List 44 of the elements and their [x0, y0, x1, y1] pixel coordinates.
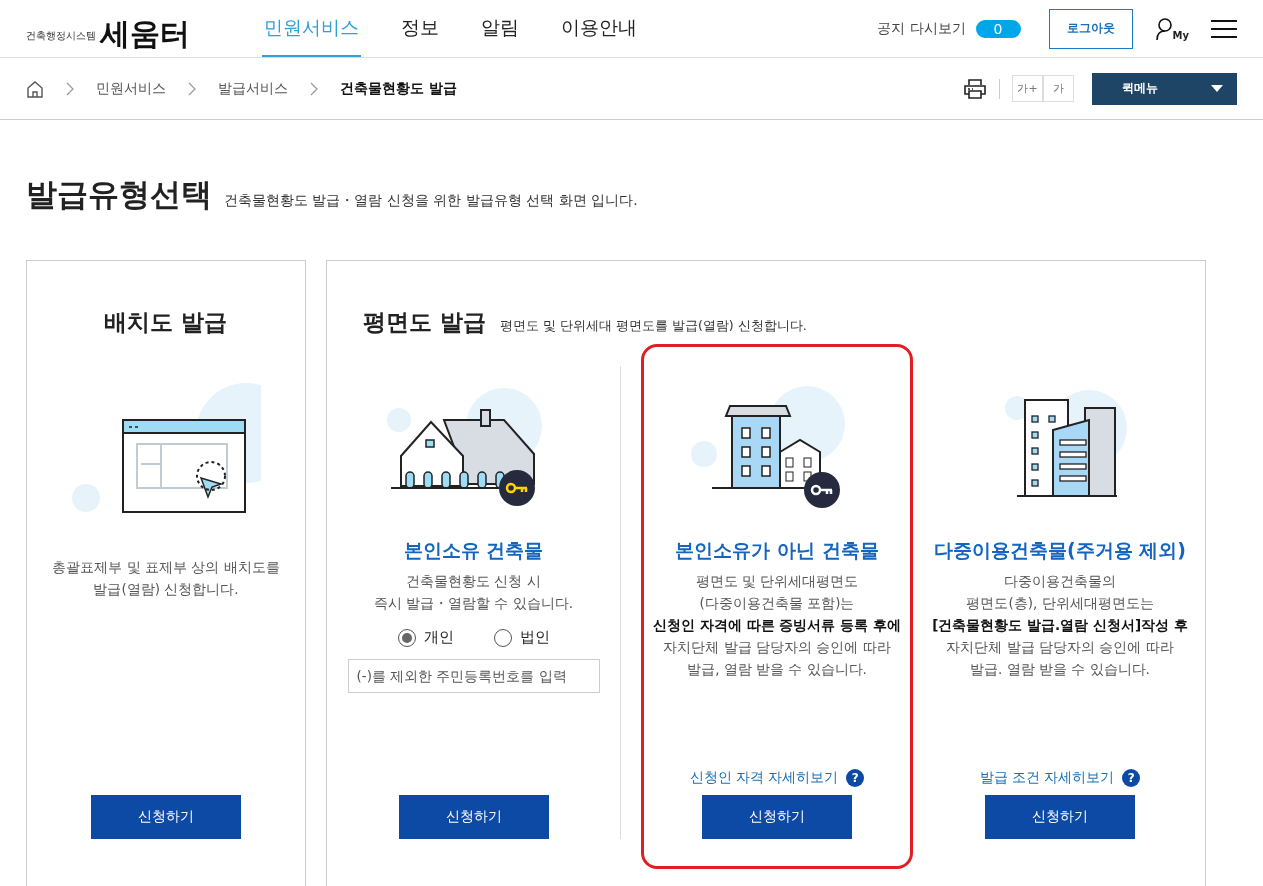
- help-icon: ?: [846, 769, 865, 787]
- help-link[interactable]: 신청인 자격 자세히보기 ?: [689, 769, 865, 787]
- breadcrumb-link[interactable]: 민원서비스: [96, 79, 166, 98]
- card-description: 총괄표제부 및 표제부 상의 배치도를 발급(열람) 신청합니다.: [52, 558, 280, 599]
- apply-button[interactable]: 신청하기: [91, 795, 241, 839]
- help-icon: ?: [1122, 769, 1141, 787]
- chevron-icon: [310, 81, 318, 96]
- resident-number-field[interactable]: (-)를 제외한 주민등록번호를 입력: [347, 659, 600, 693]
- breadcrumb-link[interactable]: 발급서비스: [218, 79, 288, 98]
- option-description: 다중이용건축물의 평면도(층), 단위세대평면도는 [건축물현황도 발급.열람 신청서]작성 후 자치단체 발급 담당자의 승인에 따라 발급. 열람 받을 수 있습니다.: [932, 572, 1188, 679]
- card-title: 배치도 발급: [104, 308, 228, 337]
- logout-button[interactable]: 로그아웃: [1048, 8, 1133, 49]
- apply-button[interactable]: 신청하기: [398, 795, 549, 839]
- notice-label[interactable]: 공지 다시보기: [877, 19, 966, 38]
- logo[interactable]: 세움터: [100, 19, 190, 49]
- option-title: 본인소유 건축물: [403, 538, 544, 563]
- card-title: 평면도 발급: [363, 308, 486, 337]
- menu-icon[interactable]: [1211, 18, 1237, 39]
- font-enlarge-button[interactable]: 가+: [1012, 75, 1043, 102]
- apply-button[interactable]: 신청하기: [985, 795, 1135, 839]
- option-description: 평면도 및 단위세대평면도 (다중이용건축물 포함)는 신청인 자격에 따른 증빙서류 등록 후에 자치단체 발급 담당자의 승인에 따라 발급, 열람 받을 수 있습니다.: [653, 572, 901, 679]
- help-link[interactable]: 발급 조건 자세히보기 ?: [979, 769, 1141, 787]
- logo-tagline: 건축행정시스템: [26, 29, 96, 43]
- print-icon[interactable]: [963, 77, 987, 100]
- radio-label[interactable]: 법인: [519, 628, 550, 647]
- notice-count: 0: [975, 19, 1021, 38]
- home-icon[interactable]: [26, 79, 44, 98]
- font-reduce-button[interactable]: 가: [1043, 75, 1074, 102]
- page-title: 발급유형선택: [26, 175, 212, 214]
- chevron-icon: [66, 81, 74, 96]
- my-page-button[interactable]: My: [1154, 16, 1189, 41]
- nav-tab[interactable]: 알림: [479, 0, 521, 57]
- option-title: 본인소유가 아닌 건축물: [675, 538, 879, 563]
- quick-menu-dropdown[interactable]: 퀵메뉴: [1092, 72, 1237, 105]
- card-subtitle: 평면도 및 단위세대 평면도를 발급(열람) 신청합니다.: [500, 318, 807, 335]
- nav-tab[interactable]: 이용안내: [559, 0, 639, 57]
- nav-tab[interactable]: 정보: [399, 0, 441, 57]
- apply-button[interactable]: 신청하기: [702, 795, 852, 839]
- page-subtitle: 건축물현황도 발급・열람 신청을 위한 발급유형 선택 화면 입니다.: [224, 192, 638, 210]
- radio-label[interactable]: 개인: [423, 628, 454, 647]
- caret-icon: [1211, 85, 1223, 92]
- option-description: 건축물현황도 신청 시 즉시 발급・열람할 수 있습니다.: [373, 572, 574, 613]
- option-title: 다중이용건축물(주거용 제외): [934, 538, 1186, 563]
- chevron-icon: [188, 81, 196, 96]
